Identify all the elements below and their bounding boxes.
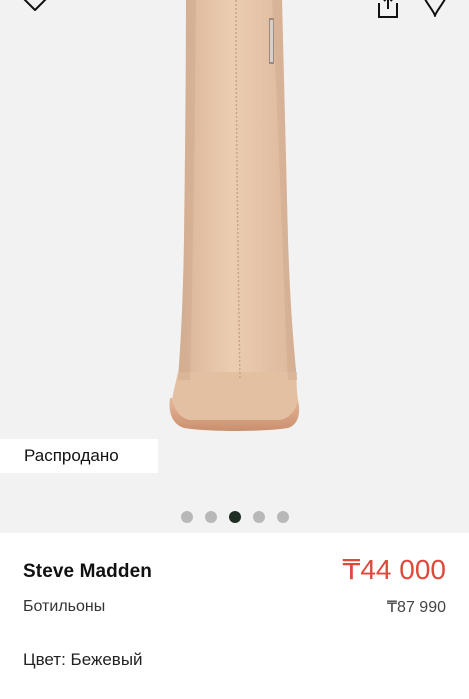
share-icon xyxy=(375,0,401,19)
pagination-dot-active[interactable] xyxy=(228,511,241,523)
original-price: ₸87 990 xyxy=(386,599,446,616)
wishlist-left-button[interactable] xyxy=(20,0,50,20)
pagination-dot[interactable] xyxy=(276,511,289,523)
gallery-pagination[interactable] xyxy=(0,511,469,523)
brand-name[interactable]: Steve Madden xyxy=(23,561,152,583)
favorite-button[interactable] xyxy=(420,0,450,20)
sale-price: ₸44 000 xyxy=(342,554,446,585)
share-button[interactable] xyxy=(373,0,403,20)
sale-badge: Распродано xyxy=(0,439,158,473)
product-category: Ботильоны xyxy=(23,598,106,615)
heart-outline-icon xyxy=(422,0,448,18)
pagination-dot[interactable] xyxy=(180,511,193,523)
pagination-dot[interactable] xyxy=(204,511,217,523)
product-gallery[interactable]: Распродано xyxy=(0,0,469,533)
product-info: Steve Madden ₸44 000 Ботильоны ₸87 990 Ц… xyxy=(0,533,469,699)
pagination-dot[interactable] xyxy=(252,511,265,523)
color-label: Цвет: Бежевый xyxy=(23,650,143,669)
heart-outline-icon xyxy=(21,0,49,18)
